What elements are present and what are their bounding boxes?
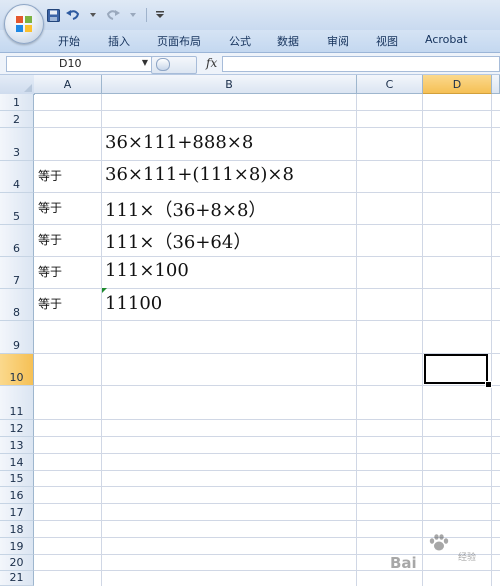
cell-b7[interactable]: 111×100 (105, 260, 189, 281)
quick-access-toolbar (46, 6, 167, 24)
tab-formulas[interactable]: 公式 (229, 33, 251, 49)
tab-acrobat[interactable]: Acrobat (425, 33, 467, 46)
fill-handle[interactable] (485, 381, 492, 388)
cell-b3[interactable]: 36×111+888×8 (105, 132, 253, 153)
gridline-row (34, 160, 500, 161)
name-box-value: D10 (59, 57, 82, 70)
name-box[interactable]: D10 ▼ (6, 56, 152, 72)
column-header-c[interactable]: C (357, 75, 423, 94)
toolbar-separator (146, 8, 147, 22)
cell-a5[interactable]: 等于 (38, 199, 62, 216)
watermark-text: Bai (390, 554, 417, 572)
tab-page-layout[interactable]: 页面布局 (157, 33, 201, 49)
column-header-e[interactable] (492, 75, 500, 94)
title-bar (0, 0, 500, 30)
row-header-13[interactable]: 13 (0, 437, 34, 454)
row-header-17[interactable]: 17 (0, 504, 34, 521)
ribbon-tab-bar: 开始 插入 页面布局 公式 数据 审阅 视图 Acrobat (0, 30, 500, 53)
row-header-6[interactable]: 6 (0, 225, 34, 257)
gridline-row (34, 486, 500, 487)
tab-home[interactable]: 开始 (58, 33, 80, 49)
gridline-row (34, 320, 500, 321)
gridline-row (34, 503, 500, 504)
row-header-1[interactable]: 1 (0, 94, 34, 111)
paw-logo-icon (429, 534, 449, 551)
row-header-19[interactable]: 19 (0, 538, 34, 555)
error-indicator-icon[interactable] (102, 288, 107, 293)
row-header-4[interactable]: 4 (0, 161, 34, 193)
undo-dropdown-icon[interactable] (86, 8, 100, 22)
column-header-a[interactable]: A (34, 75, 102, 94)
row-header-8[interactable]: 8 (0, 289, 34, 321)
row-header-2[interactable]: 2 (0, 111, 34, 128)
formula-input[interactable] (222, 56, 500, 72)
worksheet-grid[interactable]: A B C D 1 2 3 4 5 6 7 8 9 10 11 12 13 14… (0, 75, 500, 586)
row-header-14[interactable]: 14 (0, 454, 34, 471)
gridline-row (34, 436, 500, 437)
office-button[interactable] (4, 4, 44, 44)
row-header-9[interactable]: 9 (0, 321, 34, 354)
redo-dropdown-icon[interactable] (126, 8, 140, 22)
gridline-row (34, 419, 500, 420)
cell-a6[interactable]: 等于 (38, 231, 62, 248)
tab-view[interactable]: 视图 (376, 33, 398, 49)
tab-insert[interactable]: 插入 (108, 33, 130, 49)
gridline-row (34, 453, 500, 454)
redo-icon[interactable] (106, 8, 120, 22)
gridline-col-d (491, 94, 492, 586)
cell-a8[interactable]: 等于 (38, 295, 62, 312)
tab-review[interactable]: 审阅 (327, 33, 349, 49)
row-header-18[interactable]: 18 (0, 521, 34, 538)
cell-b4[interactable]: 36×111+(111×8)×8 (105, 164, 294, 185)
row-header-5[interactable]: 5 (0, 193, 34, 225)
gridline-row (34, 192, 500, 193)
select-all-button[interactable] (0, 75, 35, 95)
splitter-handle-icon[interactable] (156, 58, 170, 71)
active-cell-d10[interactable] (424, 354, 488, 384)
gridline-row (34, 520, 500, 521)
office-logo-icon (16, 16, 32, 32)
gridline-row (34, 470, 500, 471)
gridline-col-c (422, 94, 423, 586)
row-header-16[interactable]: 16 (0, 487, 34, 504)
cell-b8[interactable]: 11100 (105, 293, 162, 314)
row-header-10[interactable]: 10 (0, 354, 34, 386)
insert-function-icon[interactable]: fx (206, 56, 217, 70)
select-all-triangle-icon (24, 84, 32, 92)
cell-b6[interactable]: 111×（36+64） (105, 228, 251, 254)
save-icon[interactable] (46, 8, 60, 22)
row-header-20[interactable]: 20 (0, 555, 34, 571)
cell-b5[interactable]: 111×（36+8×8） (105, 196, 266, 222)
watermark-subtext: 经验 (458, 553, 477, 563)
gridline-col-b (356, 94, 357, 586)
gridline-row (34, 256, 500, 257)
column-header-b[interactable]: B (102, 75, 357, 94)
row-header-11[interactable]: 11 (0, 386, 34, 420)
gridline-row (34, 224, 500, 225)
row-header-7[interactable]: 7 (0, 257, 34, 289)
row-header-3[interactable]: 3 (0, 128, 34, 161)
customize-arrow-icon[interactable] (153, 8, 167, 22)
gridline-row (34, 385, 500, 386)
gridline-row (34, 110, 500, 111)
formula-bar: D10 ▼ fx (0, 53, 500, 75)
cell-a7[interactable]: 等于 (38, 263, 62, 280)
name-box-dropdown-icon[interactable]: ▼ (142, 58, 148, 67)
watermark: Bai 经验 (388, 528, 500, 586)
gridline-row (34, 127, 500, 128)
undo-icon[interactable] (66, 8, 80, 22)
column-header-d[interactable]: D (423, 75, 492, 94)
cell-a4[interactable]: 等于 (38, 167, 62, 184)
row-header-12[interactable]: 12 (0, 420, 34, 437)
row-header-15[interactable]: 15 (0, 471, 34, 487)
gridline-col-a (101, 94, 102, 586)
tab-data[interactable]: 数据 (277, 33, 299, 49)
row-header-21[interactable]: 21 (0, 571, 34, 586)
